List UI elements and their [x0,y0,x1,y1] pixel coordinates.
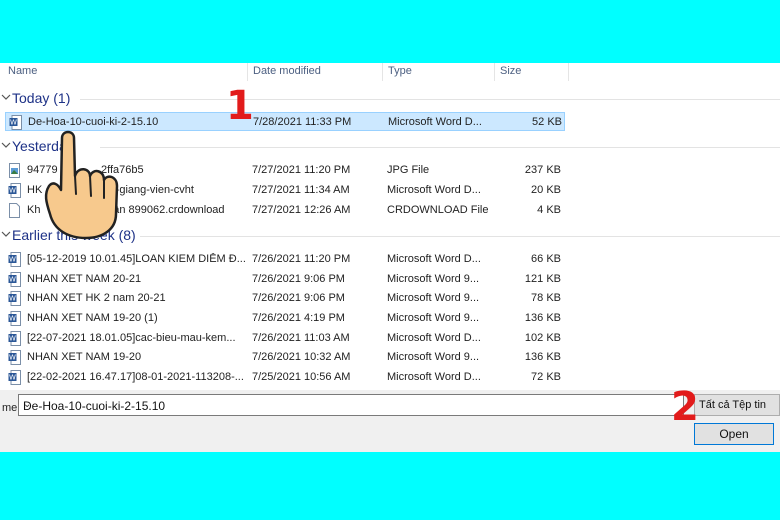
file-type: Microsoft Word 9... [387,292,480,304]
column-header-bar: Name Date modified Type Size [0,63,780,83]
file-row[interactable]: W [22-02-2021 16.47.17]08-01-2021-113208… [5,368,565,387]
file-date: 7/27/2021 11:20 PM [252,164,351,176]
column-divider[interactable] [568,63,569,81]
word-icon: W [8,272,21,287]
file-type: Microsoft Word D... [387,253,481,265]
file-type: Microsoft Word D... [387,371,481,383]
svg-text:W: W [9,187,16,195]
file-name: [22-02-2021 16.47.17]08-01-2021-113208-.… [27,371,244,383]
group-label: Today (1) [12,90,71,106]
group-divider [140,236,780,237]
file-row[interactable]: W NHAN XET HK 2 nam 20-21 7/26/2021 9:06… [5,289,565,308]
svg-text:W: W [9,295,16,303]
svg-text:W: W [9,335,16,343]
word-icon: W [8,183,21,198]
group-divider [100,147,780,148]
file-size: 20 KB [531,184,561,196]
file-type: Microsoft Word D... [387,184,481,196]
svg-text:W: W [9,256,16,264]
group-header-today[interactable]: Today (1) [0,89,780,109]
word-icon: W [8,311,21,326]
group-divider [80,99,780,100]
file-row[interactable]: W NHAN XET NAM 20-21 7/26/2021 9:06 PM M… [5,270,565,289]
file-row[interactable]: W NHAN XET NAM 19-20 7/26/2021 10:32 AM … [5,348,565,367]
file-type: Microsoft Word D... [387,332,481,344]
file-size: 121 KB [524,273,561,285]
file-row[interactable]: W [05-12-2019 10.01.45]LOAN KIEM DIỄM Đ.… [5,250,565,269]
svg-text:W: W [9,354,16,362]
word-icon: W [8,370,21,385]
file-size: 136 KB [524,351,561,363]
chevron-down-icon[interactable]: ⌄ [23,399,677,410]
file-type: JPG File [387,164,430,176]
file-size: 72 KB [531,371,561,383]
word-icon: W [9,115,22,130]
file-name: NHAN XET NAM 20-21 [27,273,142,285]
file-name: NHAN XET HK 2 nam 20-21 [27,292,166,304]
file-size: 78 KB [531,292,561,304]
column-header-type[interactable]: Type [388,65,412,77]
file-date: 7/26/2021 10:32 AM [252,351,351,363]
file-type: Microsoft Word 9... [387,273,480,285]
file-date: 7/27/2021 12:26 AM [252,204,351,216]
file-row[interactable]: W [22-07-2021 18.01.05]cac-bieu-mau-kem.… [5,329,565,348]
file-name: [05-12-2019 10.01.45]LOAN KIEM DIỄM Đ... [27,253,245,265]
file-name: [22-07-2021 18.01.05]cac-bieu-mau-kem... [27,332,236,344]
file-name: NHAN XET NAM 19-20 [27,351,142,363]
file-name: De-Hoa-10-cuoi-ki-2-15.10 [28,116,159,128]
file-date: 7/25/2021 10:56 AM [252,371,351,383]
chevron-down-icon [1,142,11,148]
file-size: 136 KB [524,312,561,324]
open-button[interactable]: Open [694,423,774,445]
file-type: Microsoft Word 9... [387,351,480,363]
svg-text:W: W [9,374,16,382]
column-header-name[interactable]: Name [8,65,37,77]
column-header-date[interactable]: Date modified [253,65,321,77]
file-type: Microsoft Word 9... [387,312,480,324]
column-header-size[interactable]: Size [500,65,521,77]
step-marker-1: 1 [226,83,254,129]
file-type: Microsoft Word D... [388,116,482,128]
file-date: 7/26/2021 11:20 PM [252,253,351,265]
file-size: 52 KB [532,116,562,128]
word-icon: W [8,291,21,306]
word-icon: W [8,350,21,365]
file-name: NHAN XET NAM 19-20 (1) [27,312,158,324]
file-size: 4 KB [537,204,561,216]
file-row[interactable]: W NHAN XET NAM 19-20 (1) 7/26/2021 4:19 … [5,309,565,328]
column-divider[interactable] [382,63,383,81]
file-date: 7/26/2021 4:19 PM [252,312,345,324]
file-size: 66 KB [531,253,561,265]
step-marker-2: 2 [671,384,699,430]
svg-text:W: W [9,315,16,323]
file-name-input[interactable]: De-Hoa-10-cuoi-ki-2-15.10 ⌄ [18,394,684,416]
file-size: 102 KB [524,332,561,344]
pointing-hand-icon [44,130,119,240]
word-icon: W [8,252,21,267]
file-date: 7/27/2021 11:34 AM [252,184,350,196]
file-date: 7/26/2021 9:06 PM [252,273,345,285]
svg-text:W: W [9,276,16,284]
chevron-down-icon [1,94,11,100]
word-icon: W [8,331,21,346]
file-size: 237 KB [524,164,561,176]
chevron-down-icon [1,231,11,237]
file-date: 7/28/2021 11:33 PM [253,116,352,128]
blank-file-icon [9,203,20,218]
file-type: CRDOWNLOAD File [387,204,489,216]
file-date: 7/26/2021 9:06 PM [252,292,345,304]
image-file-icon [9,163,20,178]
file-type-filter-label: Tất cả Tệp tin [699,399,767,411]
file-type-filter[interactable]: Tất cả Tệp tin [694,394,780,416]
column-divider[interactable] [247,63,248,81]
column-divider[interactable] [494,63,495,81]
svg-text:W: W [10,119,17,127]
file-date: 7/26/2021 11:03 AM [252,332,350,344]
